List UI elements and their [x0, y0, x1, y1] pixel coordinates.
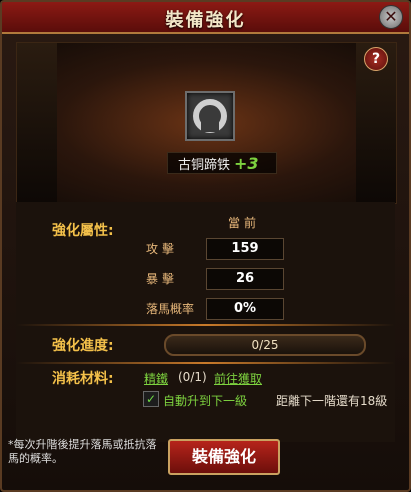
attr-name: 攻擊: [146, 242, 179, 256]
item-name-box: 古铜蹄铁 +3: [167, 152, 277, 174]
item-scene: ? 古铜蹄铁 +3: [16, 42, 397, 204]
enhance-panel: 強化屬性: 當前 攻擊 159 暴擊 26 落馬概率 0% 強化進度: 0/25…: [16, 202, 395, 442]
attr-value: 159: [206, 238, 284, 260]
attr-value: 0%: [206, 298, 284, 320]
progress-bar: 0/25: [164, 334, 366, 356]
material-count: (0/1): [178, 370, 207, 384]
auto-upgrade-label: 自動升到下一級: [163, 394, 248, 408]
title-bar: 裝備強化 ✕: [2, 2, 409, 34]
progress-label: 強化進度:: [52, 338, 114, 354]
footer-note: *每次升階後提升落馬或抵抗落馬的概率。: [8, 438, 157, 465]
enhance-window: 裝備強化 ✕ ? 古铜蹄铁 +3 強化屬性: 當前 攻擊 159 暴擊 26 落馬…: [0, 0, 411, 492]
divider: [16, 362, 395, 364]
close-icon[interactable]: ✕: [379, 5, 403, 29]
help-icon[interactable]: ?: [364, 47, 388, 71]
item-icon-slot[interactable]: [185, 91, 235, 141]
material-item-link[interactable]: 精鐵: [144, 370, 168, 387]
divider: [16, 324, 395, 326]
next-tier-text: 距離下一階還有18級: [276, 394, 388, 408]
auto-upgrade-checkbox[interactable]: ✓: [143, 391, 159, 407]
progress-text: 0/25: [251, 338, 279, 352]
current-label: 當前: [228, 216, 261, 230]
item-name: 古铜蹄铁: [178, 158, 231, 173]
item-level: +3: [234, 154, 259, 173]
attr-name: 落馬概率: [146, 302, 195, 316]
materials-label: 消耗材料:: [52, 371, 114, 387]
left-pillar: [17, 43, 57, 203]
attributes-label: 強化屬性:: [52, 223, 114, 239]
enhance-button[interactable]: 裝備強化: [168, 439, 280, 475]
horseshoe-icon: [193, 99, 227, 133]
attr-name: 暴擊: [146, 272, 179, 286]
window-title: 裝備強化: [165, 10, 246, 31]
attr-value: 26: [206, 268, 284, 290]
get-material-link[interactable]: 前往獲取: [214, 370, 262, 387]
